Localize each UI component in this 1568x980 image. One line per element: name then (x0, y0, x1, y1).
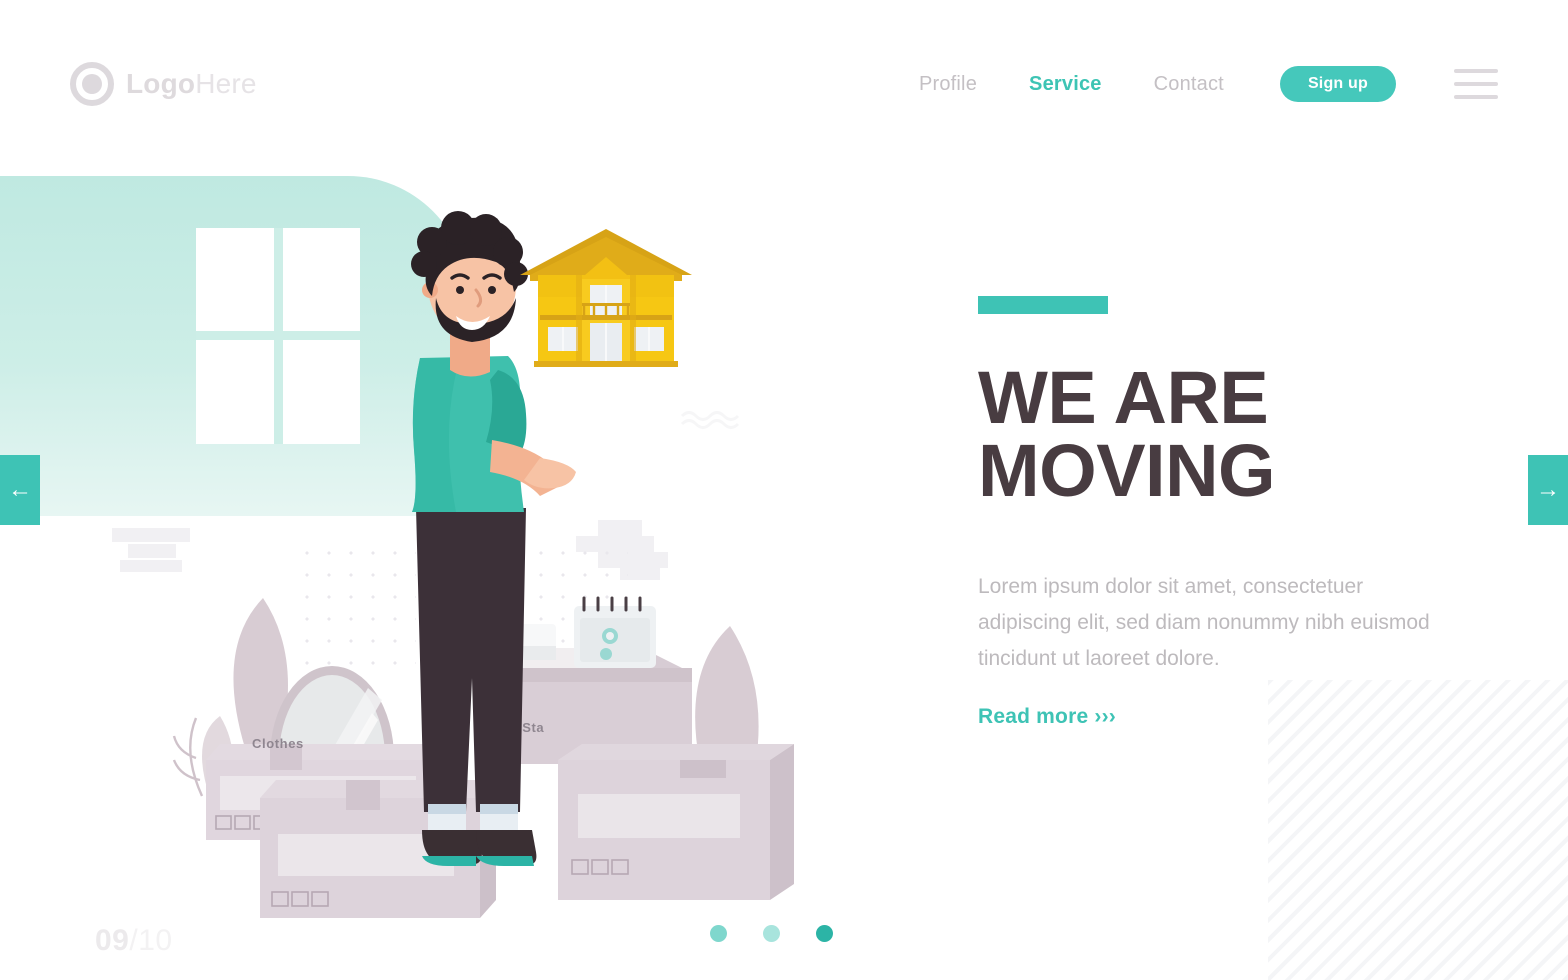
site-header: LogoHere Profile Service Contact Sign up (0, 0, 1568, 168)
circle-logo-icon (70, 62, 114, 106)
slide-counter-current: 09 (95, 924, 130, 957)
window-decoration (196, 228, 360, 444)
carousel-dots (710, 925, 833, 942)
hamburger-menu-icon[interactable] (1454, 69, 1498, 99)
nav-item-service[interactable]: Service (1003, 73, 1128, 96)
accent-bar (978, 296, 1108, 314)
hero-illustration: Clothes & Sta (0, 168, 900, 980)
slide-counter-total: /10 (129, 924, 173, 957)
slide-counter: 09/10 (95, 924, 173, 958)
logo-text-light: Here (195, 68, 257, 99)
read-more-link[interactable]: Read more ››› (978, 705, 1116, 729)
box-label-clothes: Clothes (252, 736, 304, 751)
nav-item-profile[interactable]: Profile (893, 73, 1003, 96)
carousel-dot-1[interactable] (710, 925, 727, 942)
house-illustration (520, 229, 692, 367)
pixel-block-decoration (598, 520, 642, 536)
carousel-prev-button[interactable]: ← (0, 455, 40, 525)
hero-description: Lorem ipsum dolor sit amet, consectetuer… (978, 575, 1430, 671)
headline-line-2: MOVING (978, 428, 1276, 512)
carousel-dot-3-active[interactable] (816, 925, 833, 942)
wave-decoration (680, 411, 740, 429)
carousel-dot-2[interactable] (763, 925, 780, 942)
landing-page-slide: LogoHere Profile Service Contact Sign up (0, 0, 1568, 980)
arrow-left-icon: ← (8, 476, 32, 503)
arrow-right-icon: → (1536, 476, 1560, 503)
logo-text-bold: Logo (126, 68, 196, 99)
pixel-block-decoration (112, 528, 190, 542)
hero-content: WE ARE MOVING Lorem ipsum dolor sit amet… (978, 296, 1498, 729)
sign-up-button[interactable]: Sign up (1279, 66, 1396, 102)
logo-text: LogoHere (126, 68, 257, 100)
logo[interactable]: LogoHere (70, 62, 257, 106)
carousel-next-button[interactable]: → (1528, 455, 1568, 525)
page-title: WE ARE MOVING (978, 356, 1498, 512)
headline-line-1: WE ARE (978, 356, 1269, 439)
main-navigation: Profile Service Contact Sign up (893, 66, 1498, 102)
nav-item-contact[interactable]: Contact (1128, 73, 1250, 96)
